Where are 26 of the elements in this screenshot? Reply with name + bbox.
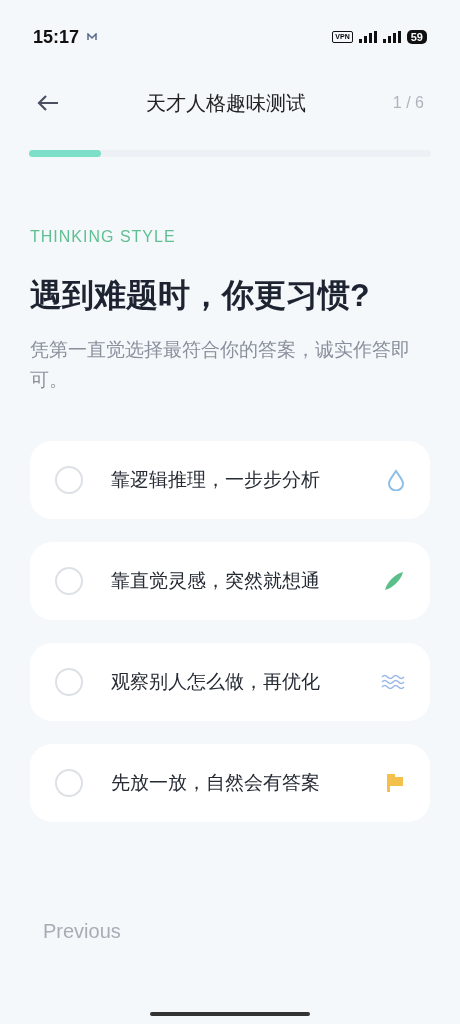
radio-button[interactable] — [55, 567, 83, 595]
option-label: 观察别人怎么做，再优化 — [111, 669, 321, 694]
status-time: 15:17 — [33, 25, 80, 49]
answer-option[interactable]: 靠直觉灵感，突然就想通 — [30, 542, 430, 620]
page-title: 天才人格趣味测试 — [146, 91, 307, 116]
signal-icon — [358, 31, 377, 43]
answer-option[interactable]: 观察别人怎么做，再优化 — [30, 643, 430, 721]
leaf-icon — [383, 570, 405, 592]
question-title: 遇到难题时，你更习惯? — [30, 276, 371, 315]
signal-icon — [382, 31, 401, 43]
radio-button[interactable] — [55, 668, 83, 696]
battery-indicator: 59 — [406, 30, 427, 44]
option-label: 先放一放，自然会有答案 — [111, 770, 321, 795]
option-label: 靠逻辑推理，一步步分析 — [111, 467, 321, 492]
radio-button[interactable] — [55, 769, 83, 797]
radio-button[interactable] — [55, 466, 83, 494]
mail-icon — [87, 33, 98, 41]
back-arrow-icon — [37, 94, 59, 112]
section-label: THINKING STYLE — [30, 227, 177, 247]
question-hint: 凭第一直觉选择最符合你的答案，诚实作答即可。 — [30, 338, 411, 392]
answer-option[interactable]: 靠逻辑推理，一步步分析 — [30, 441, 430, 519]
step-counter: 1 / 6 — [392, 93, 424, 113]
answer-option[interactable]: 先放一放，自然会有答案 — [30, 744, 430, 822]
water-drop-icon — [387, 469, 405, 491]
waves-icon — [381, 674, 405, 690]
option-label: 靠直觉灵感，突然就想通 — [111, 568, 321, 593]
